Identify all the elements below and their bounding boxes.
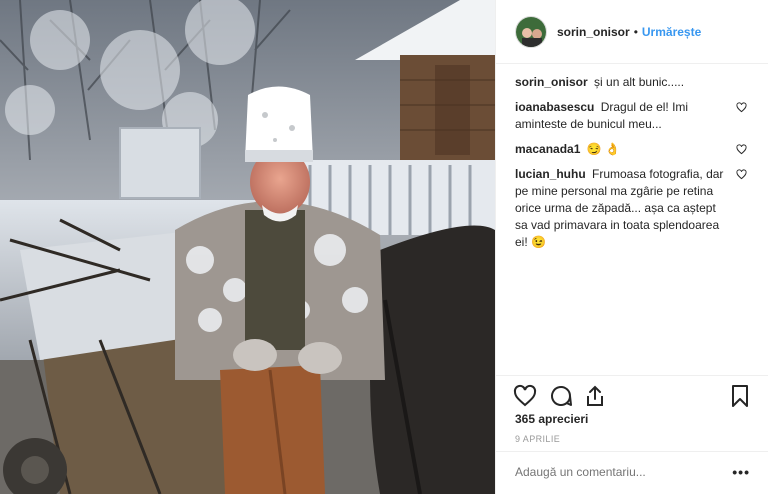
comment-username[interactable]: sorin_onisor (515, 75, 588, 89)
avatar[interactable] (515, 15, 547, 48)
post-header: sorin_onisor • Urmărește (496, 0, 768, 64)
post-side-panel: sorin_onisor • Urmărește sorin_onisor și… (495, 0, 768, 494)
more-options-button[interactable]: ••• (732, 464, 750, 480)
comment-username[interactable]: lucian_huhu (515, 167, 586, 181)
comment-icon[interactable] (549, 384, 573, 408)
share-icon[interactable] (583, 384, 607, 408)
comment-item: ioanabasescu Dragul de el! Imi aminteste… (515, 99, 751, 133)
comment-like-heart-icon[interactable] (736, 144, 747, 155)
post-photo[interactable] (0, 0, 495, 494)
comments-list: sorin_onisor și un alt bunic..... ioanab… (515, 74, 751, 259)
likes-count[interactable]: 365 aprecieri (515, 412, 588, 426)
heart-icon[interactable] (513, 384, 537, 408)
follow-button[interactable]: Urmărește (642, 25, 701, 39)
header-username[interactable]: sorin_onisor (557, 25, 630, 39)
comment-item: sorin_onisor și un alt bunic..... (515, 74, 751, 91)
comment-item: macanada1 😏 👌 (515, 141, 751, 158)
comment-text: 😏 👌 (586, 142, 620, 156)
add-comment-bar: ••• (496, 451, 768, 494)
avatar-image (516, 16, 546, 47)
bookmark-icon[interactable] (728, 384, 752, 408)
post-actions-bar (496, 375, 768, 415)
photo-old-man-on-cart (0, 0, 495, 494)
header-separator: • (633, 24, 638, 39)
comment-username[interactable]: macanada1 (515, 142, 580, 156)
comment-username[interactable]: ioanabasescu (515, 100, 594, 114)
comment-text: și un alt bunic..... (594, 75, 685, 89)
instagram-post: sorin_onisor • Urmărește sorin_onisor și… (0, 0, 768, 494)
add-comment-input[interactable] (515, 465, 715, 479)
comment-item: lucian_huhu Frumoasa fotografia, dar pe … (515, 166, 751, 251)
comment-like-heart-icon[interactable] (736, 102, 747, 113)
post-date[interactable]: 9 APRILIE (515, 434, 560, 444)
comment-like-heart-icon[interactable] (736, 169, 747, 180)
